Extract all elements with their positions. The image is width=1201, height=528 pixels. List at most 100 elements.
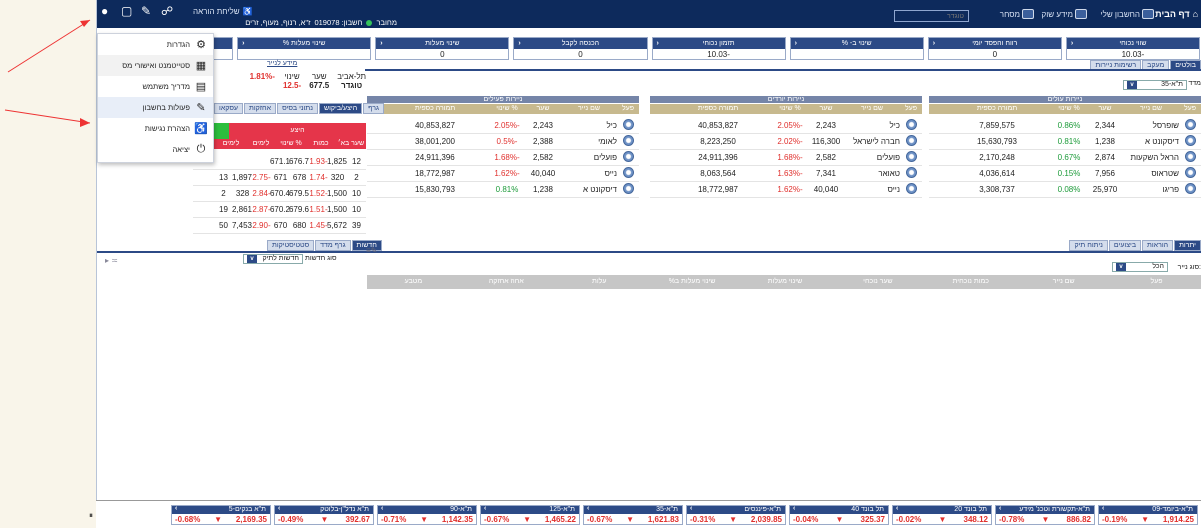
edit-icon[interactable]: ✎ [141,5,154,18]
trade-link[interactable]: מסחר [1000,9,1034,19]
settings-cell[interactable] [617,119,639,132]
depth-tab[interactable]: עסקאו [214,103,244,114]
my-account-link[interactable]: החשבון שלי [1101,9,1154,19]
depth-cell: -1.51 [309,205,328,214]
depth-tab[interactable]: גרף [363,103,385,114]
ticker[interactable]: ת"א-125-0.67% ▼ 1,465.22 [480,505,580,525]
gear-icon[interactable] [905,135,917,146]
ticker[interactable]: ת"א-תקשורת וטכנ' מידע-0.78% ▼ 886.82 [995,505,1095,525]
settings-cell[interactable] [1179,183,1201,196]
portfolio-tab[interactable]: ניתוח תיק [1069,240,1108,251]
gear-icon[interactable] [905,183,917,194]
settings-cell[interactable] [1179,135,1201,148]
settings-cell[interactable] [617,167,639,180]
settings-cell[interactable] [900,151,922,164]
edit-icon[interactable]: ≡✎ [366,246,377,255]
table-row[interactable]: פריגו 25,970 0.08% 3,308,737 [929,182,1201,198]
ticker[interactable]: תל בונד 40-0.04% ▼ 325.37 [789,505,889,525]
settings-cell[interactable] [617,135,639,148]
table-row[interactable]: כיל 2,243 -2.05% 40,853,827 [367,118,639,134]
table-row[interactable]: פועלים 2,582 -1.68% 24,911,396 [650,150,922,166]
portfolio-type-dropdown[interactable]: הכל v [1112,262,1168,272]
portfolio-col-header: פעל [1150,278,1163,285]
settings-cell[interactable] [1179,119,1201,132]
news-tab[interactable]: סטטיסטיקות [267,240,315,251]
info-link[interactable]: מידע לנייר [267,60,297,67]
gear-icon[interactable] [622,167,634,178]
summary-box[interactable]: שווי נכוחי-10.03 [1065,37,1200,60]
gear-icon[interactable] [1184,119,1196,130]
settings-cell[interactable] [900,167,922,180]
column-header: תמורה כספית [697,105,739,112]
chat-icon[interactable]: ▢ [121,5,134,18]
settings-cell[interactable] [900,119,922,132]
user-icon[interactable]: ● [101,5,114,18]
index-dropdown[interactable]: ת"א-35 v [1123,80,1187,90]
summary-box[interactable]: הכנסה לקבל0 [513,37,648,60]
depth-tab[interactable]: נתוני בסיס [277,103,318,114]
table-row[interactable]: דיסקונט א 1,238 0.81% 15,630,793 [929,134,1201,150]
settings-cell[interactable] [617,151,639,164]
table-row[interactable]: חברה לישראל 116,300 -2.02% 8,223,250 [650,134,922,150]
gear-icon[interactable] [1184,135,1196,146]
ticker[interactable]: ת"א נדל"ן-בלוטק-0.49% ▼ 392.67 [274,505,374,525]
settings-cell[interactable] [900,135,922,148]
table-row[interactable]: שופרסל 2,344 0.86% 7,859,575 [929,118,1201,134]
search-input[interactable] [894,10,969,22]
send-order-button[interactable]: ♿ שליחת הוראה [193,7,253,16]
gear-icon[interactable] [1184,183,1196,194]
menu-item-5[interactable]: ⏻ יציאה [98,139,213,160]
table-row[interactable]: שטראוס 7,956 0.15% 4,036,614 [929,166,1201,182]
table-row[interactable]: נייס 40,040 -1.62% 18,772,987 [650,182,922,198]
table-row[interactable]: לאומי 2,388 -0.5% 38,001,200 [367,134,639,150]
menu-item-3[interactable]: ✎ פעולות בחשבון [98,97,213,118]
table-row[interactable]: כיל 2,243 -2.05% 40,853,827 [650,118,922,134]
gear-icon[interactable] [622,151,634,162]
gear-icon[interactable] [905,151,917,162]
portfolio-tab[interactable]: הוראות [1142,240,1174,251]
depth-tab[interactable]: אחזקות [244,103,277,114]
menu-item-4[interactable]: ♿ הצהרת נגישות [98,118,213,139]
ticker[interactable]: ת"א-35-0.67% ▼ 1,621.83 [583,505,683,525]
gear-icon[interactable] [622,135,634,146]
summary-box[interactable]: שינוי ב- % [789,37,924,60]
home-button[interactable]: ⌂ דף הבית [1155,9,1198,19]
summary-box[interactable]: שינוי מעלות0 [375,37,510,60]
menu-item-2[interactable]: ▤ מדריך משתמש [98,76,213,97]
tools-icon[interactable]: ☍ [161,5,174,18]
table-row[interactable]: טאואר 7,341 -1.63% 8,063,564 [650,166,922,182]
menu-item-0[interactable]: ⚙ הגדרות [98,34,213,55]
table-row[interactable]: פועלים 2,582 -1.68% 24,911,396 [367,150,639,166]
gear-icon[interactable] [1184,151,1196,162]
news-tab[interactable]: גרף מדד [315,240,351,251]
gear-icon[interactable] [622,183,634,194]
portfolio-tab[interactable]: יתרות [1174,240,1201,251]
depth-tab[interactable]: היצע/ביקוש [319,103,363,114]
summary-box[interactable]: תזמון נכוחי-10.03 [651,37,786,60]
ticker[interactable]: ת"א-פיננסים-0.31% ▼ 2,039.85 [686,505,786,525]
summary-box[interactable]: רווח והפסד יומי0 [927,37,1062,60]
menu-item-1[interactable]: ▦ סטייטמנט ואישורי מס [98,55,213,76]
gear-icon[interactable] [1184,167,1196,178]
pause-icon[interactable]: ⏸ [89,511,93,521]
portfolio-tab[interactable]: ביצועים [1108,240,1142,251]
gear-icon[interactable] [905,167,917,178]
summary-box[interactable]: שינוי מעלות % [237,37,372,60]
settings-cell[interactable] [900,183,922,196]
gear-icon[interactable] [905,119,917,130]
settings-cell[interactable] [617,183,639,196]
settings-cell[interactable] [1179,151,1201,164]
table-row[interactable]: הראל השקעות 2,874 0.67% 2,170,248 [929,150,1201,166]
table-row[interactable]: נייס 40,040 -1.62% 18,772,987 [367,166,639,182]
table-row[interactable]: דיסקונט א 1,238 0.81% 15,830,793 [367,182,639,198]
ticker-values: -0.49% ▼ 392.67 [275,514,373,525]
ticker[interactable]: תל בונד 20-0.02% ▼ 348.12 [892,505,992,525]
news-controls-icon[interactable]: ▸ ≍ [105,256,118,265]
ticker[interactable]: ת"א בנקים-5-0.68% ▼ 2,169.35 [171,505,271,525]
ticker[interactable]: ת"א-90-0.71% ▼ 1,142.35 [377,505,477,525]
settings-cell[interactable] [1179,167,1201,180]
gear-icon[interactable] [622,119,634,130]
news-type-dropdown[interactable]: חדשות לתיק v [243,254,303,264]
market-info-link[interactable]: מידע שוק [1041,9,1087,19]
ticker[interactable]: ת"א-ביומד-09-0.19% ▼ 1,914.25 [1098,505,1198,525]
